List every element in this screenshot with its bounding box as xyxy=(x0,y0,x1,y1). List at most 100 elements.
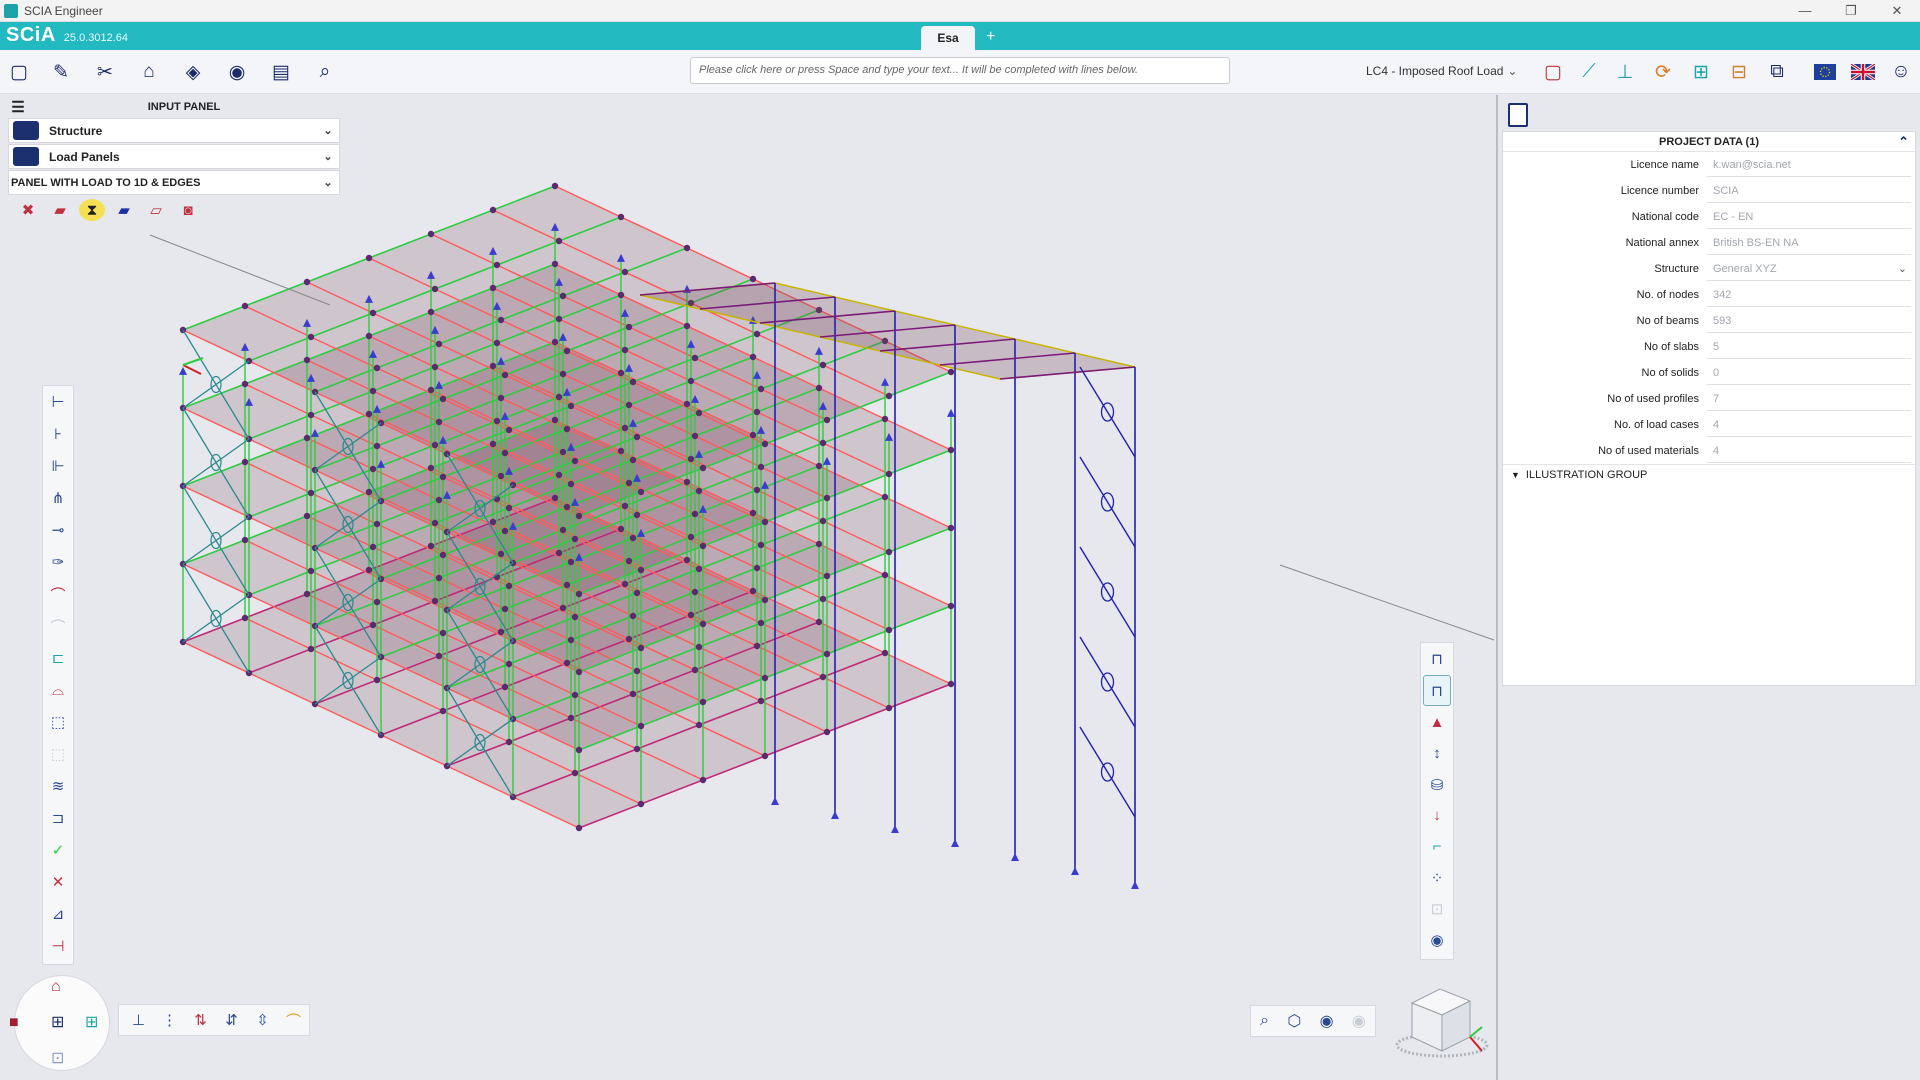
hamburger-menu-icon[interactable]: ☰ xyxy=(8,98,28,116)
beam-icon[interactable]: ⊢ xyxy=(43,386,73,418)
command-line-input[interactable]: Please click here or press Space and typ… xyxy=(690,57,1230,84)
prop-value[interactable]: 0 xyxy=(1707,362,1911,385)
arrange-icon[interactable]: ⇳ xyxy=(247,1011,278,1029)
prop-value[interactable]: 4 xyxy=(1707,414,1911,437)
model-3d-icon[interactable]: ◈ xyxy=(180,59,206,85)
beam-display-icon[interactable]: ⌐ xyxy=(1421,831,1453,862)
member-icon[interactable]: ⊩ xyxy=(43,450,73,482)
prop-value[interactable]: 5 xyxy=(1707,336,1911,359)
view-icon[interactable]: ◉ xyxy=(224,59,250,85)
prop-value[interactable]: 7 xyxy=(1707,388,1911,411)
input-panel-item-structure[interactable]: Structure ⌄ xyxy=(8,118,340,143)
document-icon[interactable] xyxy=(1508,103,1528,127)
node xyxy=(505,426,513,434)
prop-value[interactable]: British BS-EN NA xyxy=(1707,232,1911,255)
view-cube[interactable] xyxy=(1390,975,1490,1065)
center-view-icon[interactable]: ⊞ xyxy=(51,1012,64,1032)
solid-view-icon[interactable]: ■ xyxy=(9,1014,19,1032)
arrows-icon[interactable]: ↕ xyxy=(1421,738,1453,769)
node xyxy=(303,434,311,442)
support-icon[interactable]: ▲ xyxy=(1421,707,1453,738)
navigation-wheel[interactable]: ⌂ ■ ⊞ ⊞ ⊡ xyxy=(9,975,110,1071)
eu-flag-icon[interactable] xyxy=(1812,59,1838,85)
curve-icon[interactable]: ⌒ xyxy=(278,1010,309,1031)
structure-icon[interactable]: ⌂ xyxy=(136,59,162,85)
edit-icon[interactable]: ⟋ xyxy=(1576,59,1602,85)
prop-value[interactable]: EC - EN xyxy=(1707,206,1911,229)
frame-icon[interactable]: ⌒ xyxy=(43,578,73,610)
column-icon[interactable]: ⊦ xyxy=(43,418,73,450)
library-icon[interactable]: ▤ xyxy=(268,59,294,85)
structural-model[interactable] xyxy=(0,95,1495,1080)
search-help-icon[interactable]: ⌕ xyxy=(312,59,338,85)
stair-icon[interactable]: ⊏ xyxy=(43,642,73,674)
new-tab-button[interactable]: + xyxy=(986,28,995,46)
user-settings-icon[interactable]: ☺ xyxy=(1888,59,1914,85)
flip-icon[interactable]: ⇅ xyxy=(185,1011,216,1029)
hourglass-icon[interactable]: ⧗ xyxy=(79,199,105,221)
refresh-icon[interactable]: ⟳ xyxy=(1650,59,1676,85)
prop-value[interactable]: 4 xyxy=(1707,440,1911,463)
frame-disabled-icon[interactable]: ⌒ xyxy=(43,610,73,642)
calculate-icon[interactable]: ⊞ xyxy=(1688,59,1714,85)
load-icon[interactable]: ↓ xyxy=(1421,800,1453,831)
minimize-button[interactable]: — xyxy=(1782,0,1828,22)
disabled-tool-icon[interactable]: ⊡ xyxy=(1421,893,1453,924)
wire-view-icon[interactable]: ⊞ xyxy=(85,1012,98,1032)
layout-icon[interactable]: ⧉ xyxy=(1764,59,1790,85)
close-button[interactable]: ✕ xyxy=(1874,0,1920,22)
uk-flag-icon[interactable] xyxy=(1850,59,1876,85)
dots-grid-icon[interactable]: ⁘ xyxy=(1421,862,1453,893)
visibility-icon[interactable]: ◉ xyxy=(1421,924,1453,955)
bottom-view-icon[interactable]: ⊡ xyxy=(51,1048,64,1068)
prop-value[interactable]: k.wan@scia.net xyxy=(1707,154,1911,177)
prop-value[interactable]: 593 xyxy=(1707,310,1911,333)
input-panel-group-panel-load[interactable]: PANEL WITH LOAD TO 1D & EDGES ⌄ xyxy=(8,170,340,195)
copy-icon[interactable]: ⬚ xyxy=(43,706,73,738)
tab-esa[interactable]: Esa xyxy=(921,26,975,50)
eye-icon[interactable]: ◉ xyxy=(1320,1011,1334,1031)
right-vertical-toolbar: ⊓ ⊓ ▲ ↕ ⛁ ↓ ⌐ ⁘ ⊡ ◉ xyxy=(1420,642,1454,960)
display-frame-icon[interactable]: ⊓ xyxy=(1421,643,1453,674)
input-panel-item-load-panels[interactable]: Load Panels ⌄ xyxy=(8,144,340,169)
delete-icon[interactable]: ✕ xyxy=(43,866,73,898)
structure-select[interactable]: General XYZ ⌄ xyxy=(1707,258,1911,281)
paint-icon[interactable]: ✑ xyxy=(43,546,73,578)
prop-value[interactable]: SCIA xyxy=(1707,180,1911,203)
panel-opening-icon[interactable]: ◙ xyxy=(172,199,204,221)
list-icon[interactable]: ⋮ xyxy=(154,1011,185,1029)
restore-button[interactable]: ❐ xyxy=(1828,0,1874,22)
check-icon[interactable]: ✓ xyxy=(43,834,73,866)
mirror-icon[interactable]: ⋔ xyxy=(43,482,73,514)
load-case-selector[interactable]: LC4 - Imposed Roof Load ⌄ xyxy=(1366,64,1517,78)
zoom-icon[interactable]: ⌕ xyxy=(1260,1012,1269,1030)
split-icon[interactable]: ⊣ xyxy=(43,930,73,962)
measure-icon[interactable]: ⊥ xyxy=(1612,59,1638,85)
open-project-icon[interactable]: ✎ xyxy=(48,59,74,85)
illustration-group-header[interactable]: ▼ ILLUSTRATION GROUP xyxy=(1503,464,1915,484)
database-icon[interactable]: ⛁ xyxy=(1421,769,1453,800)
axis-icon[interactable]: ⊥ xyxy=(123,1011,154,1029)
align-icon[interactable]: ⊐ xyxy=(43,802,73,834)
eye-disabled-icon[interactable]: ◉ xyxy=(1352,1011,1366,1031)
sort-icon[interactable]: ⇵ xyxy=(216,1011,247,1029)
panel-stripes-icon[interactable]: ▱ xyxy=(140,199,172,221)
tools-icon[interactable]: ✂ xyxy=(92,59,118,85)
panel-edge-icon[interactable]: ▰ xyxy=(108,199,140,221)
display-structure-icon[interactable]: ⊓ xyxy=(1423,675,1451,706)
collapse-icon[interactable]: ⌃ xyxy=(1898,132,1909,152)
copy-disabled-icon[interactable]: ⬚ xyxy=(43,738,73,770)
prop-value[interactable]: 342 xyxy=(1707,284,1911,307)
layers-icon[interactable]: ≋ xyxy=(43,770,73,802)
panel-load-icon[interactable]: ✖ xyxy=(12,199,44,221)
cube-view-icon[interactable]: ⬡ xyxy=(1287,1011,1301,1031)
grid-icon[interactable]: ⊟ xyxy=(1726,59,1752,85)
arch-icon[interactable]: ⌓ xyxy=(43,674,73,706)
3d-viewport[interactable] xyxy=(0,95,1495,1080)
home-view-icon[interactable]: ⌂ xyxy=(51,978,61,996)
dimension-icon[interactable]: ⊿ xyxy=(43,898,73,930)
select-icon[interactable]: ▢ xyxy=(1540,59,1566,85)
new-file-icon[interactable]: ▢ xyxy=(6,59,32,85)
panel-solid-icon[interactable]: ▰ xyxy=(44,199,76,221)
connect-icon[interactable]: ⊸ xyxy=(43,514,73,546)
